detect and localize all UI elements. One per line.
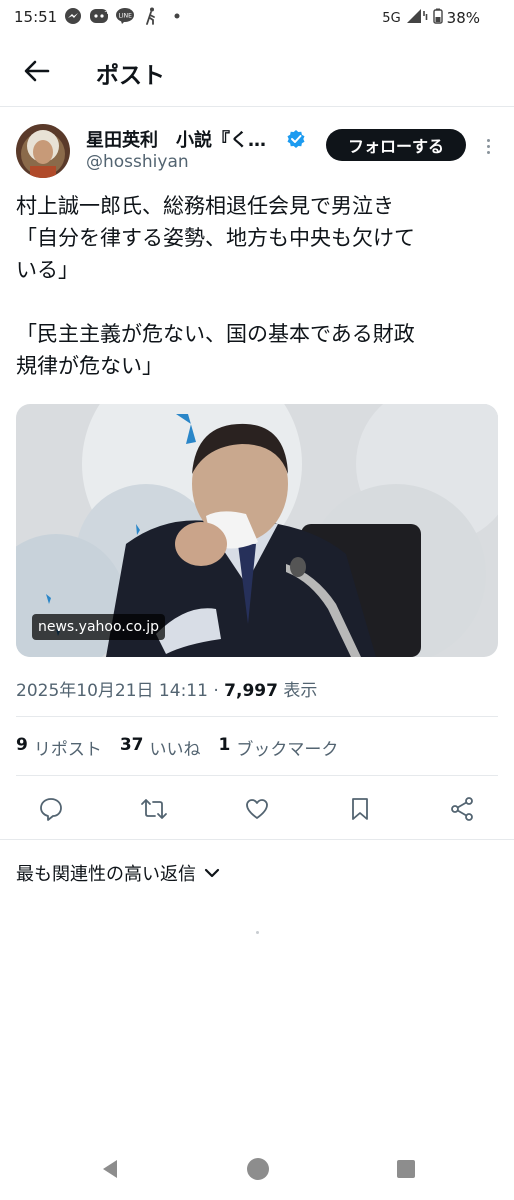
- more-vertical-icon[interactable]: [478, 132, 498, 160]
- avatar[interactable]: [16, 124, 70, 178]
- system-nav-bar: [0, 1140, 514, 1200]
- author-name[interactable]: 星田英利 小説『く…: [86, 126, 266, 152]
- views-label: 表示: [283, 681, 318, 701]
- image-source-label: news.yahoo.co.jp: [32, 614, 165, 640]
- walking-icon: [141, 7, 161, 25]
- tweet-line-gap: [16, 286, 502, 318]
- tweet-line: 「民主主義が危ない、国の基本である財政: [16, 322, 415, 346]
- svg-text:+: +: [104, 7, 109, 16]
- reposts-label: リポスト: [33, 740, 102, 760]
- meta-divider: [16, 716, 498, 717]
- replies-sort-dropdown[interactable]: 最も関連性の高い返信: [16, 860, 220, 886]
- reposts-count: 9: [16, 735, 28, 755]
- author-handle[interactable]: @hosshiyan: [86, 152, 189, 172]
- tweet-line: 規律が危ない」: [16, 354, 163, 378]
- tweet-line: いる」: [16, 258, 79, 282]
- tweet-text: 村上誠一郎氏、総務相退任会見で男泣き 「自分を律する姿勢、地方も中央も欠けて い…: [16, 190, 502, 382]
- recents-square-icon[interactable]: [393, 1156, 419, 1182]
- likes-stat[interactable]: 37 いいね: [120, 735, 201, 760]
- bookmarks-count: 1: [218, 735, 231, 755]
- reply-icon[interactable]: [36, 794, 66, 824]
- home-circle-icon[interactable]: [245, 1156, 271, 1182]
- meta-separator: ·: [207, 681, 225, 701]
- svg-text:LINE: LINE: [119, 13, 133, 20]
- verified-badge-icon: [287, 130, 305, 148]
- follow-button[interactable]: フォローする: [326, 129, 466, 161]
- status-bar: 15:51 + LINE 5G 38%: [0, 0, 514, 34]
- page-title: ポスト: [96, 63, 165, 89]
- status-time: 15:51: [14, 8, 58, 26]
- back-triangle-icon[interactable]: [97, 1156, 123, 1182]
- bookmark-icon[interactable]: [345, 794, 375, 824]
- line-icon: LINE: [115, 7, 135, 25]
- engagement-stats: 9 リポスト 37 いいね 1 ブックマーク: [16, 735, 338, 760]
- bookmarks-label: ブックマーク: [236, 740, 339, 760]
- action-bar: [0, 792, 514, 826]
- tweet-line: 「自分を律する姿勢、地方も中央も欠けて: [16, 226, 415, 250]
- notification-icons: + LINE: [63, 7, 187, 25]
- replies-sort-label: 最も関連性の高い返信: [16, 864, 196, 885]
- like-icon[interactable]: [242, 794, 272, 824]
- loading-dot: [256, 931, 259, 934]
- battery-icon: [432, 8, 443, 28]
- timestamp[interactable]: 2025年10月21日 14:11: [16, 681, 208, 701]
- header-divider: [0, 106, 514, 107]
- back-button[interactable]: [20, 54, 54, 88]
- likes-count: 37: [119, 735, 144, 755]
- repost-icon[interactable]: [139, 794, 169, 824]
- likes-label: いいね: [149, 740, 201, 760]
- top-app-bar: ポスト: [0, 40, 514, 102]
- actions-divider: [0, 839, 514, 840]
- signal-icon: [405, 8, 429, 28]
- status-right: 5G 38%: [382, 8, 480, 28]
- share-icon[interactable]: [447, 794, 477, 824]
- network-label: 5G: [382, 10, 401, 26]
- tweet-meta: 2025年10月21日 14:11 · 7,997 表示: [16, 676, 317, 701]
- dot-icon: [167, 7, 187, 25]
- messenger-icon: [63, 7, 83, 25]
- views-count: 7,997: [224, 681, 278, 701]
- arrow-left-icon: [24, 60, 50, 82]
- battery-percent: 38%: [446, 9, 480, 27]
- stats-divider: [16, 775, 498, 776]
- discord-icon: +: [89, 7, 109, 25]
- reposts-stat[interactable]: 9 リポスト: [16, 735, 102, 760]
- tweet-line: 村上誠一郎氏、総務相退任会見で男泣き: [16, 194, 394, 218]
- chevron-down-icon: [204, 868, 220, 878]
- bookmarks-stat[interactable]: 1 ブックマーク: [219, 735, 339, 760]
